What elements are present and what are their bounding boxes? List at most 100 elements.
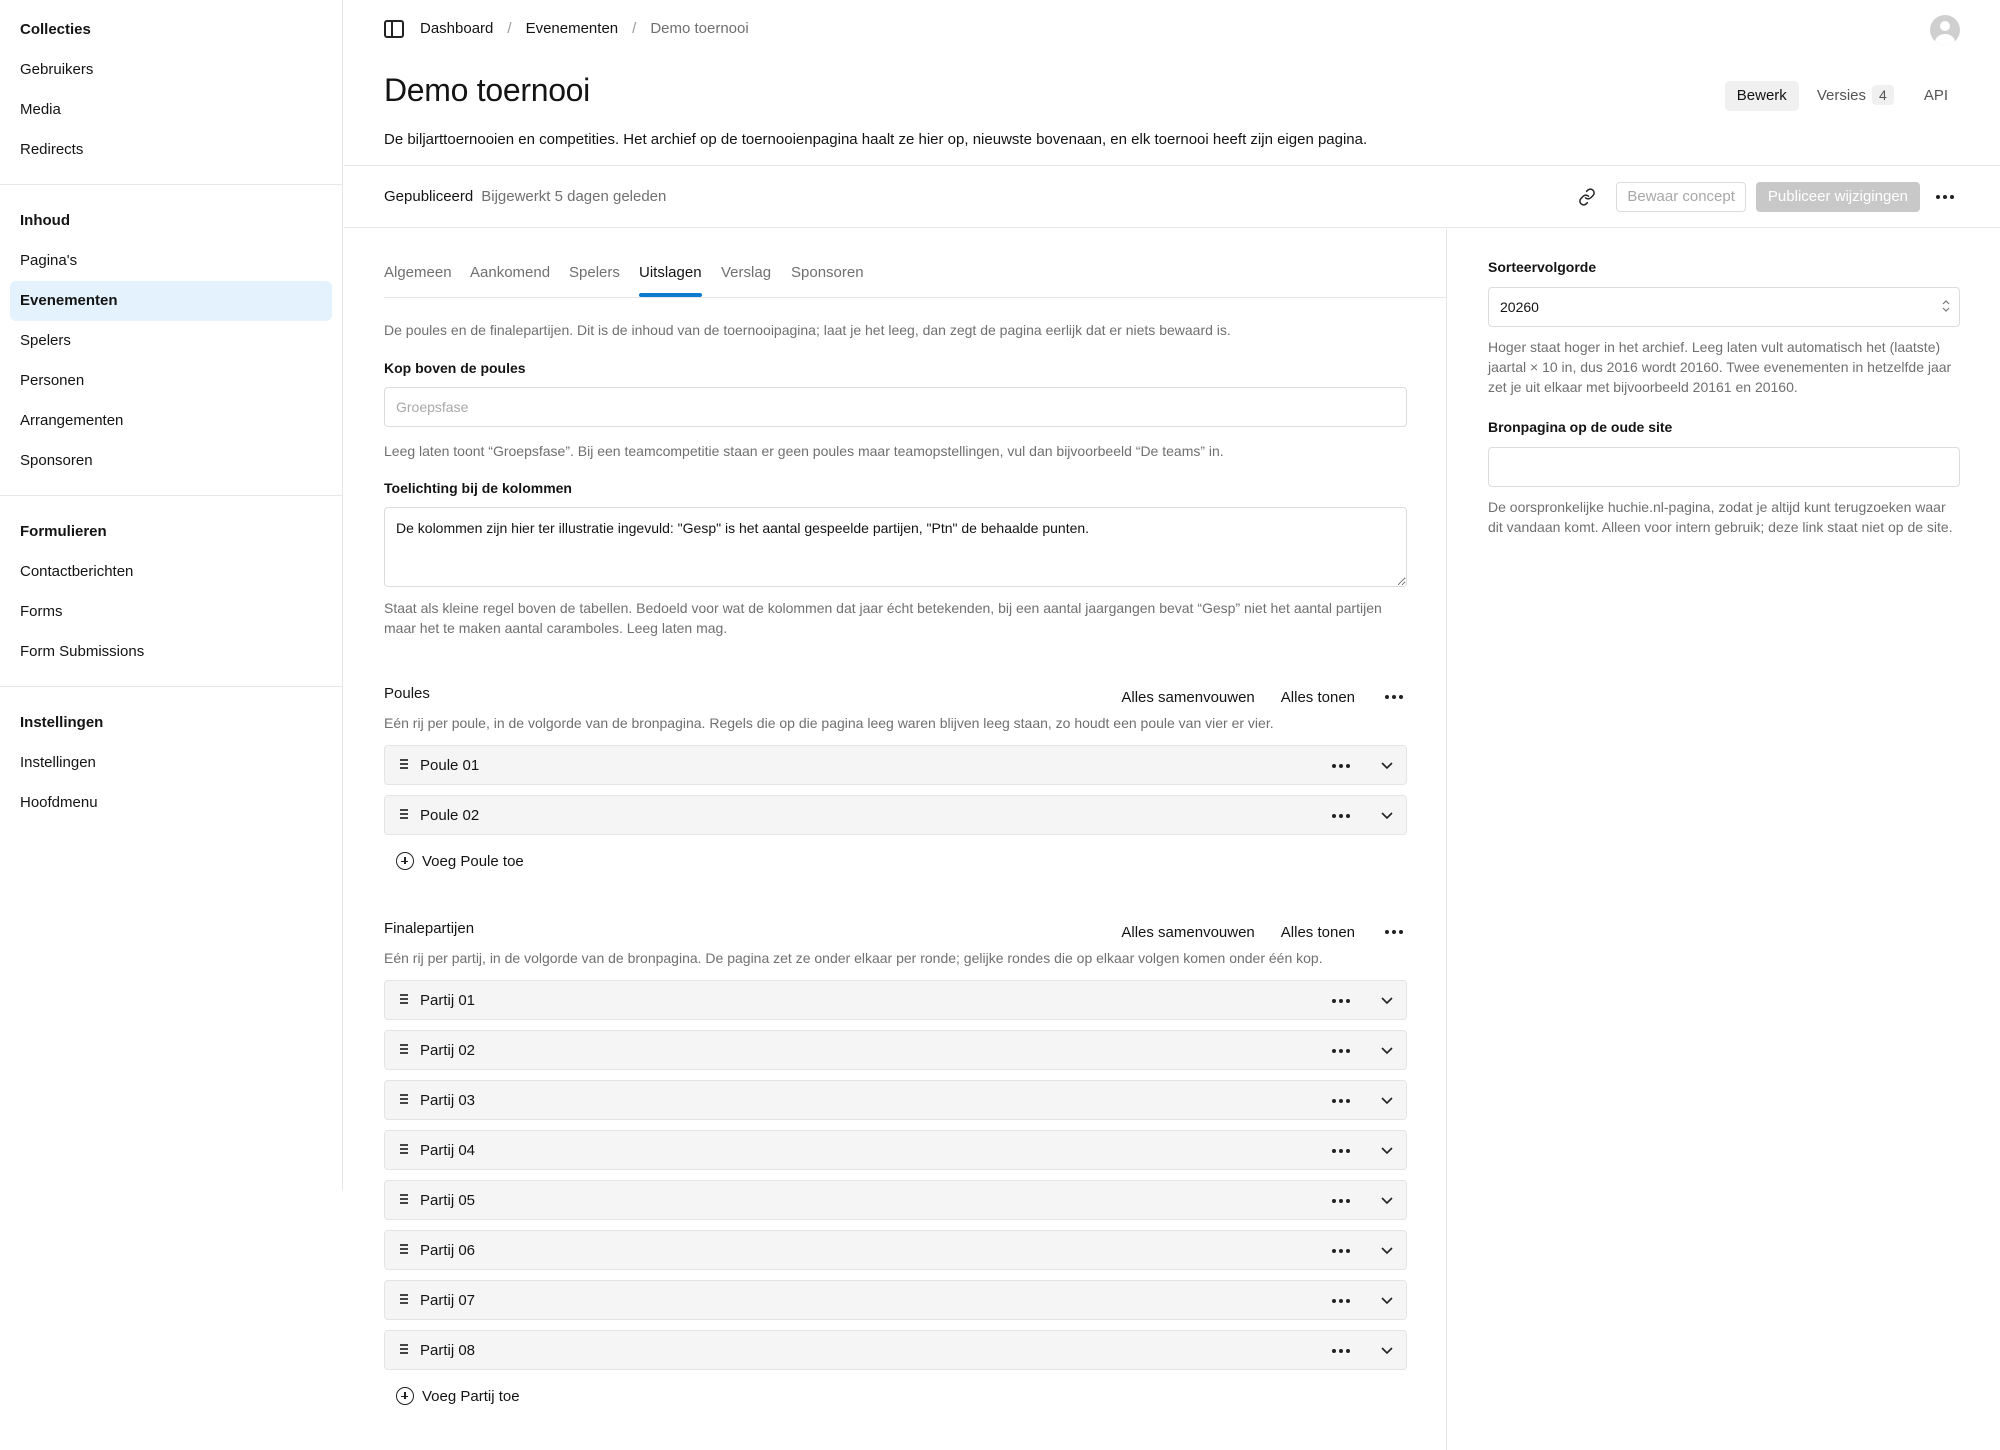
array-row[interactable]: Partij 07 <box>384 1280 1407 1320</box>
row-options-icon[interactable] <box>1326 1286 1356 1316</box>
row-options-icon[interactable] <box>1326 801 1356 831</box>
chevron-down-icon[interactable] <box>1380 993 1394 1007</box>
array-row[interactable]: Partij 01 <box>384 980 1407 1020</box>
row-options-icon[interactable] <box>1326 986 1356 1016</box>
sidebar-toggle-icon[interactable] <box>384 20 404 38</box>
avatar[interactable] <box>1930 15 1960 45</box>
sidebar-item-instellingen[interactable]: Instellingen <box>10 743 332 783</box>
poules-header: Poules Alles samenvouwen Alles tonen <box>384 682 1407 706</box>
collapse-all-button[interactable]: Alles samenvouwen <box>1121 689 1254 706</box>
drag-handle-icon[interactable] <box>400 1144 408 1156</box>
sidebar-item-sponsoren[interactable]: Sponsoren <box>10 441 332 481</box>
sidebar-item-gebruikers[interactable]: Gebruikers <box>10 50 332 90</box>
chevron-down-icon[interactable] <box>1380 1193 1394 1207</box>
array-row[interactable]: Partij 03 <box>384 1080 1407 1120</box>
source-page-input[interactable] <box>1488 447 1960 487</box>
tab-versions[interactable]: Versies 4 <box>1805 81 1906 111</box>
drag-handle-icon[interactable] <box>400 1194 408 1206</box>
row-options-icon[interactable] <box>1326 1036 1356 1066</box>
tab-algemeen[interactable]: Algemeen <box>384 264 452 281</box>
drag-handle-icon[interactable] <box>400 1094 408 1106</box>
sidebar-item-evenementen[interactable]: Evenementen <box>10 281 332 321</box>
status-published: Gepubliceerd <box>384 188 474 205</box>
sidebar-item-spelers[interactable]: Spelers <box>10 321 332 361</box>
sidebar-item-arrangementen[interactable]: Arrangementen <box>10 401 332 441</box>
more-options-icon[interactable] <box>1930 182 1960 212</box>
columns-note-textarea[interactable] <box>384 507 1407 587</box>
sidebar-item-paginas[interactable]: Pagina's <box>10 241 332 281</box>
tab-sponsoren[interactable]: Sponsoren <box>791 264 864 281</box>
poule-heading-input[interactable] <box>384 387 1407 427</box>
tab-versions-label: Versies <box>1816 87 1867 104</box>
sidebar-item-forms[interactable]: Forms <box>10 592 332 632</box>
top-bar: Dashboard / Evenementen / Demo toernooi <box>344 0 2000 60</box>
array-row-label: Poule 02 <box>420 807 480 824</box>
show-all-button[interactable]: Alles tonen <box>1281 924 1355 941</box>
more-options-icon[interactable] <box>1381 682 1407 712</box>
publish-button[interactable]: Publiceer wijzigingen <box>1755 182 1920 212</box>
sidebar-item-media[interactable]: Media <box>10 90 332 130</box>
tab-spelers[interactable]: Spelers <box>569 264 620 281</box>
array-row[interactable]: Partij 06 <box>384 1230 1407 1270</box>
array-row[interactable]: Poule 02 <box>384 795 1407 835</box>
chevron-down-icon[interactable] <box>1380 1043 1394 1057</box>
nav-group-title[interactable]: Instellingen <box>10 703 332 743</box>
array-row[interactable]: Poule 01 <box>384 745 1407 785</box>
add-poule-label: Voeg Poule toe <box>422 852 524 870</box>
save-draft-button[interactable]: Bewaar concept <box>1616 182 1746 212</box>
nav-group-title[interactable]: Collecties <box>10 10 332 50</box>
chevron-down-icon[interactable] <box>1380 808 1394 822</box>
row-options-icon[interactable] <box>1326 751 1356 781</box>
row-options-icon[interactable] <box>1326 1136 1356 1166</box>
row-options-icon[interactable] <box>1326 1336 1356 1366</box>
finals-title: Finalepartijen <box>384 920 475 937</box>
drag-handle-icon[interactable] <box>400 1294 408 1306</box>
tab-uitslagen[interactable]: Uitslagen <box>639 264 702 297</box>
array-row[interactable]: Partij 04 <box>384 1130 1407 1170</box>
more-options-icon[interactable] <box>1381 917 1407 947</box>
stepper-arrows-icon[interactable] <box>1942 298 1950 314</box>
breadcrumb-evenementen[interactable]: Evenementen <box>526 20 619 37</box>
show-all-button[interactable]: Alles tonen <box>1281 689 1355 706</box>
sidebar-item-personen[interactable]: Personen <box>10 361 332 401</box>
drag-handle-icon[interactable] <box>400 994 408 1006</box>
sidebar-item-contactberichten[interactable]: Contactberichten <box>10 552 332 592</box>
poules-actions: Alles samenvouwen Alles tonen <box>1121 682 1407 712</box>
tab-aankomend[interactable]: Aankomend <box>470 264 550 281</box>
array-row[interactable]: Partij 02 <box>384 1030 1407 1070</box>
add-partij-button[interactable]: Voeg Partij toe <box>396 1385 520 1407</box>
add-poule-button[interactable]: Voeg Poule toe <box>396 850 524 872</box>
drag-handle-icon[interactable] <box>400 759 408 771</box>
nav-group-title[interactable]: Formulieren <box>10 512 332 552</box>
breadcrumb-dashboard[interactable]: Dashboard <box>420 20 493 37</box>
sidebar-item-form-submissions[interactable]: Form Submissions <box>10 632 332 672</box>
chevron-down-icon[interactable] <box>1380 1243 1394 1257</box>
chevron-down-icon[interactable] <box>1380 1093 1394 1107</box>
link-icon[interactable] <box>1572 182 1602 212</box>
drag-handle-icon[interactable] <box>400 809 408 821</box>
array-row[interactable]: Partij 08 <box>384 1330 1407 1370</box>
row-options-icon[interactable] <box>1326 1186 1356 1216</box>
sidebar-item-hoofdmenu[interactable]: Hoofdmenu <box>10 783 332 823</box>
nav-group-instellingen: Instellingen Instellingen Hoofdmenu <box>0 687 342 837</box>
chevron-down-icon[interactable] <box>1380 1343 1394 1357</box>
tab-api[interactable]: API <box>1912 81 1960 111</box>
array-row[interactable]: Partij 05 <box>384 1180 1407 1220</box>
drag-handle-icon[interactable] <box>400 1344 408 1356</box>
sort-order-input[interactable] <box>1488 287 1960 327</box>
row-options-icon[interactable] <box>1326 1086 1356 1116</box>
array-row-label: Partij 08 <box>420 1342 476 1359</box>
drag-handle-icon[interactable] <box>400 1044 408 1056</box>
breadcrumb-current: Demo toernooi <box>650 20 749 37</box>
nav-group-title[interactable]: Inhoud <box>10 201 332 241</box>
tab-edit[interactable]: Bewerk <box>1724 81 1799 111</box>
chevron-down-icon[interactable] <box>1380 1293 1394 1307</box>
sidebar-item-redirects[interactable]: Redirects <box>10 130 332 170</box>
tab-verslag[interactable]: Verslag <box>721 264 771 281</box>
collapse-all-button[interactable]: Alles samenvouwen <box>1121 924 1254 941</box>
plus-circle-icon <box>396 1387 414 1405</box>
drag-handle-icon[interactable] <box>400 1244 408 1256</box>
row-options-icon[interactable] <box>1326 1236 1356 1266</box>
chevron-down-icon[interactable] <box>1380 758 1394 772</box>
chevron-down-icon[interactable] <box>1380 1143 1394 1157</box>
